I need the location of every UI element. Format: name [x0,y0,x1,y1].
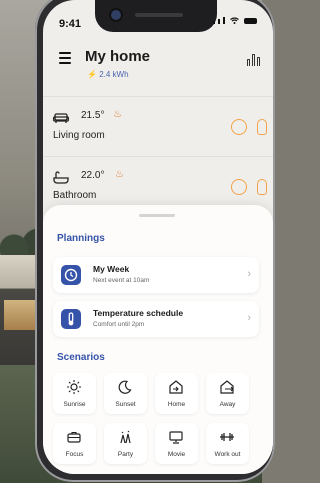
planning-subtitle: Comfort until 2pm [93,321,145,328]
phone-frame: 9:41 My home ⚡ 2.4 kWh 21.5° ♨ Living ro… [35,0,275,482]
power-usage: ⚡ 2.4 kWh [87,70,129,79]
bathtub-icon [53,171,69,184]
scenario-party[interactable]: Party [104,423,147,464]
scenario-sunrise[interactable]: Sunrise [53,373,96,414]
sun-icon [67,380,81,394]
lightbulb-icon[interactable] [257,119,267,135]
dumbbell-icon [220,433,234,441]
scenario-work-out[interactable]: Work out [206,423,249,464]
scenario-sunset[interactable]: Sunset [104,373,147,414]
signal-bar [223,17,225,24]
scenario-away[interactable]: Away [206,373,249,414]
drag-handle[interactable] [139,214,175,217]
battery-icon [244,18,257,24]
planning-title: My Week [93,264,130,274]
scenario-home[interactable]: Home [155,373,198,414]
room-card-living[interactable]: 21.5° ♨ Living room [43,96,273,156]
power-value: 2.4 kWh [99,70,129,79]
scenario-focus[interactable]: Focus [53,423,96,464]
thermometer-icon [61,309,81,329]
briefcase-icon [67,431,81,443]
section-title-scenarios: Scenarios [57,352,105,363]
scenario-label: Movie [167,451,186,458]
sofa-icon [53,113,69,123]
camera-icon [111,10,121,20]
flame-icon: ♨ [113,109,122,120]
party-icon [120,430,131,444]
status-time: 9:41 [59,18,82,30]
room-temperature: 22.0° [81,170,105,181]
status-icons [213,17,257,24]
chevron-right-icon: › [247,312,251,324]
speaker [135,13,183,17]
scenario-label: Home [167,401,186,408]
moon-icon [118,380,132,394]
home-out-icon [220,380,234,394]
scenario-label: Focus [65,451,84,458]
planning-title: Temperature schedule [93,308,184,318]
clock-icon [61,265,81,285]
signal-icon [213,21,215,24]
notch [95,0,217,32]
chevron-right-icon: › [247,268,251,280]
monitor-icon [169,431,183,444]
phone-screen: 9:41 My home ⚡ 2.4 kWh 21.5° ♨ Living ro… [43,0,273,474]
scenario-label: Sunrise [63,401,86,408]
scenario-label: Sunset [115,401,136,408]
scenario-label: Away [219,401,236,408]
wifi-icon [230,17,239,24]
scenario-label: Party [117,451,134,458]
room-name: Living room [53,130,105,141]
room-temperature: 21.5° [81,110,105,121]
play-icon[interactable] [231,179,247,195]
signal-bar [218,19,220,24]
home-in-icon [169,380,183,394]
planning-subtitle: Next event at 10am [93,277,150,284]
room-name: Bathroom [53,190,97,201]
section-title-plannings: Plannings [57,233,105,244]
scenario-movie[interactable]: Movie [155,423,198,464]
header: My home ⚡ 2.4 kWh [59,48,261,79]
stats-icon[interactable] [247,52,261,66]
page-title: My home [85,48,151,65]
planning-item-temperature-schedule[interactable]: Temperature schedule Comfort until 2pm › [53,301,259,337]
menu-icon[interactable] [59,52,71,67]
planning-item-my-week[interactable]: My Week Next event at 10am › [53,257,259,293]
scenario-label: Work out [214,451,241,458]
flame-icon: ♨ [115,169,124,180]
lightbulb-icon[interactable] [257,179,267,195]
play-icon[interactable] [231,119,247,135]
